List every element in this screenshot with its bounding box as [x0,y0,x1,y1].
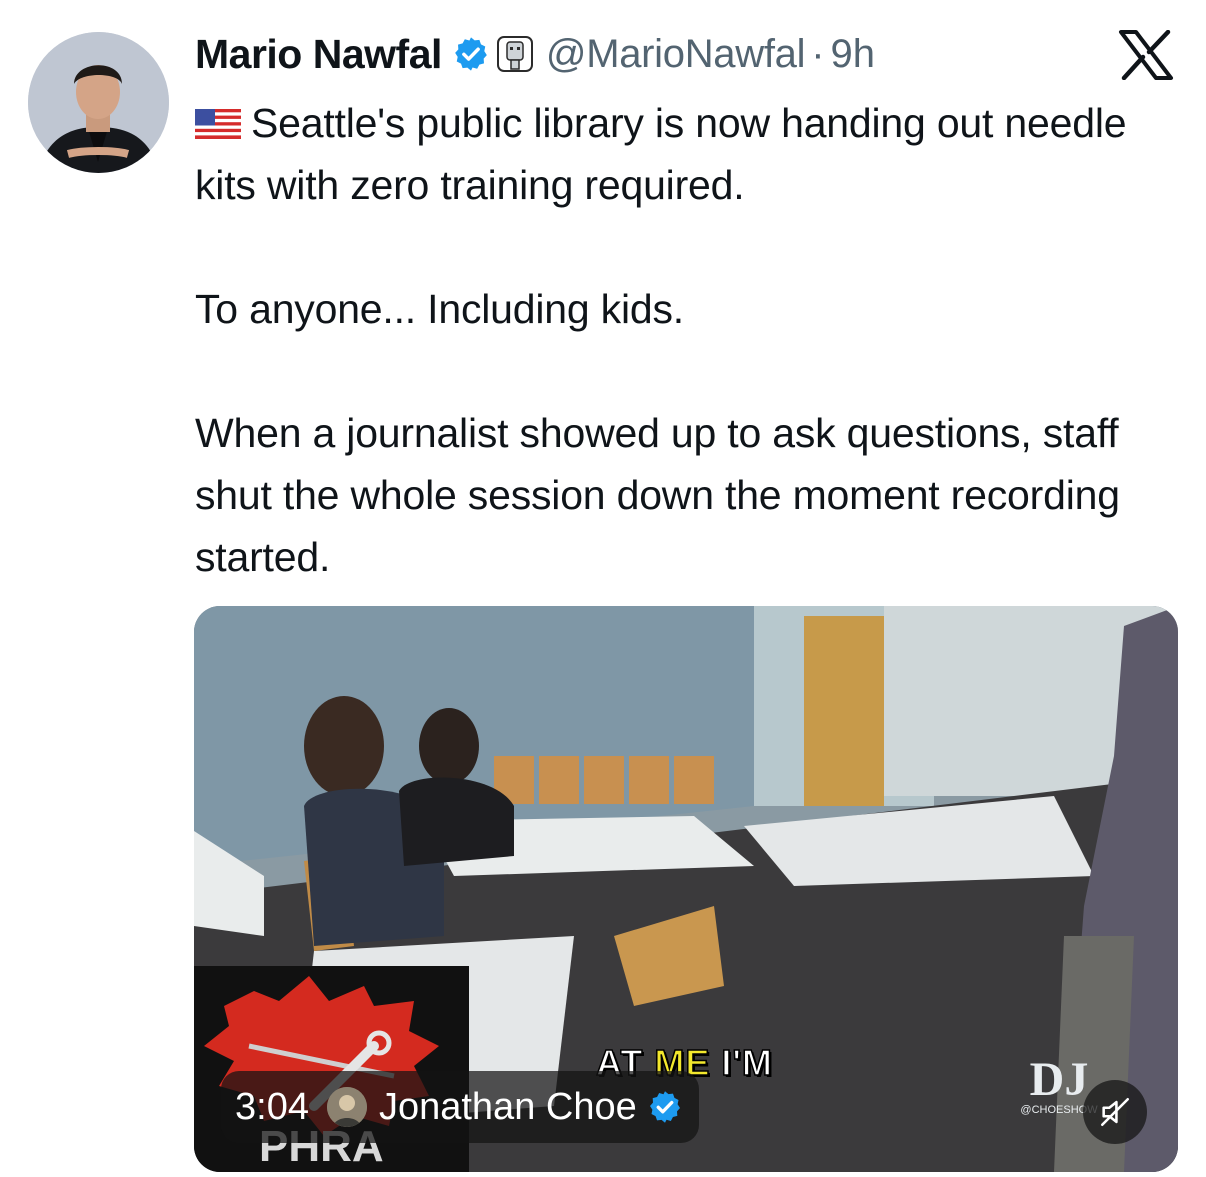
video-source-name[interactable]: Jonathan Choe [379,1086,637,1129]
source-verified-badge-icon [647,1089,683,1125]
muted-speaker-icon [1100,1097,1130,1127]
us-flag-icon [195,94,241,139]
tweet-paragraph-1: Seattle's public library is now handing … [195,92,1185,216]
source-avatar-icon [326,1087,367,1127]
tweet-paragraph-2: To anyone... Including kids. [195,286,684,332]
caption-text-2: I'M [710,1041,773,1084]
verified-badge-icon[interactable] [452,35,490,73]
x-logo-icon[interactable] [1118,29,1174,81]
author-handle[interactable]: @MarioNawfal [546,32,806,77]
author-avatar[interactable] [28,32,169,173]
mute-button[interactable] [1083,1080,1147,1144]
video-info-pill[interactable]: 3:04 Jonathan Choe [221,1071,699,1143]
person-avatar [28,32,169,173]
video-player[interactable]: PHRA AT ME I'M DJ @CHOESHOW 3:04 Jonatha… [194,606,1178,1172]
video-duration: 3:04 [235,1085,309,1128]
tweet-timestamp[interactable]: 9h [831,32,876,77]
tweet-paragraph-3: When a journalist showed up to ask quest… [195,410,1120,580]
affiliate-badge-icon[interactable] [496,35,534,73]
tweet-paragraph-1-text: Seattle's public library is now handing … [195,100,1127,208]
author-display-name[interactable]: Mario Nawfal [195,31,442,78]
separator-dot: · [811,31,825,76]
tweet-header: Mario Nawfal @MarioNawfal · 9h [195,28,875,80]
tweet-text: Seattle's public library is now handing … [195,92,1185,588]
